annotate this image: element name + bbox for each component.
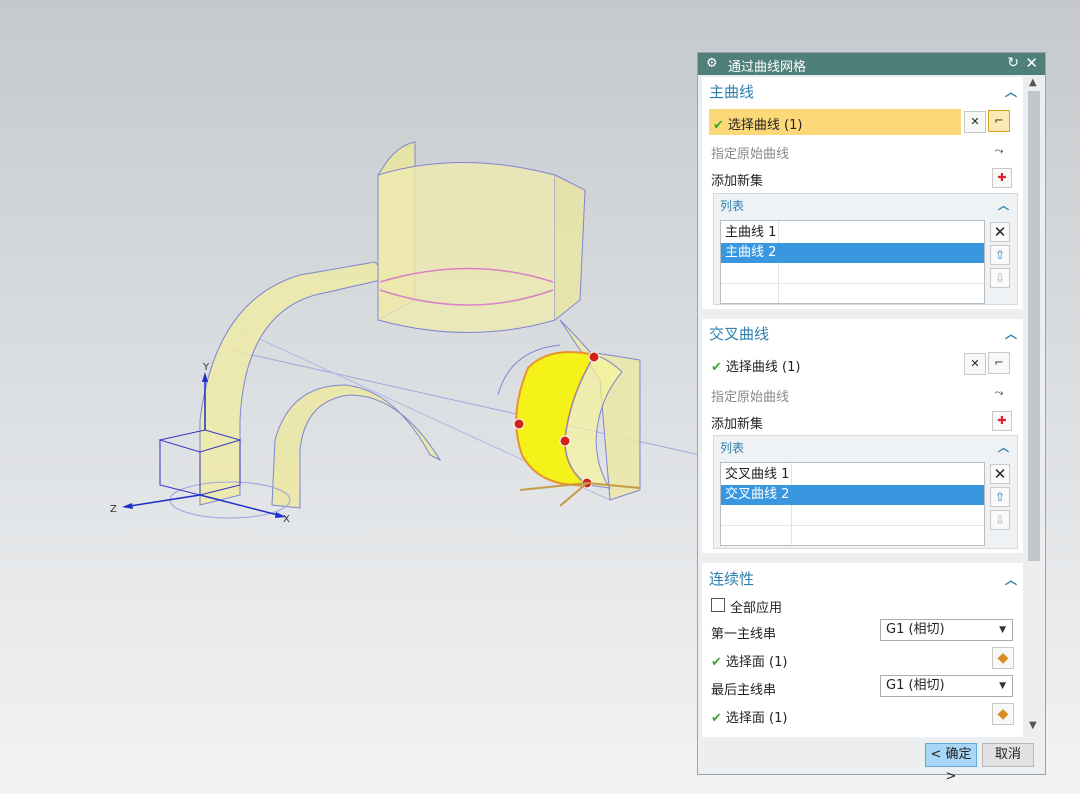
dialog-content: 主曲线 ︿ ✔ 选择曲线 (1) ✕ ⌐ 指定原始曲线 ⤳ 添加新集 ✚ 列表 ︿… bbox=[698, 75, 1045, 737]
primary-select-curve-label: 选择曲线 (1) bbox=[727, 118, 803, 133]
check-icon: ✔ bbox=[711, 655, 722, 670]
primary-curves-title: 主曲线 bbox=[709, 83, 755, 101]
list-item-selected[interactable]: 主曲线 2 bbox=[721, 243, 984, 263]
collapse-list-icon[interactable]: ︿ bbox=[998, 439, 1009, 455]
select-face-1-row[interactable]: ✔ 选择面 (1) bbox=[711, 651, 787, 670]
primary-add-set-label: 添加新集 bbox=[711, 174, 764, 189]
cross-curves-title: 交叉曲线 bbox=[709, 325, 770, 343]
list-item[interactable]: 主曲线 1 bbox=[721, 223, 984, 243]
cross-list-group: 列表 ︿ 交叉曲线 1 交叉曲线 2 ✕ ⇧ ⇩ bbox=[713, 435, 1018, 549]
ok-button[interactable]: < 确定 > bbox=[925, 743, 977, 784]
move-down-icon[interactable]: ⇩ bbox=[990, 510, 1010, 530]
cross-list-title: 列表 bbox=[720, 441, 745, 455]
check-icon: ✔ bbox=[711, 711, 722, 726]
y-axis-label: Y bbox=[202, 362, 210, 373]
continuity-section: 连续性 ︿ 全部应用 第一主线串 G1 (相切) ▼ ✔ 选择面 (1) ◆ 最后主… bbox=[702, 563, 1023, 737]
cross-curves-section: 交叉曲线 ︿ ✔ 选择曲线 (1) ✕ ⌐ 指定原始曲线 ⤳ 添加新集 ✚ 列表 … bbox=[702, 319, 1023, 553]
cross-select-curve-label: 选择曲线 (1) bbox=[725, 360, 801, 375]
dialog-title: 通过曲线网格 bbox=[728, 60, 807, 75]
cross-select-curve-row[interactable]: ✔ 选择曲线 (1) bbox=[711, 356, 800, 375]
specify-origin-curve-icon[interactable]: ⤳ bbox=[988, 383, 1010, 405]
continuity-title: 连续性 bbox=[709, 570, 755, 588]
list-item[interactable]: 交叉曲线 1 bbox=[721, 465, 984, 485]
collapse-primary-icon[interactable]: ︿ bbox=[1005, 83, 1017, 100]
first-string-select[interactable]: G1 (相切) ▼ bbox=[880, 619, 1013, 641]
through-curve-mesh-dialog: ⚙ 通过曲线网格 ↻ ✕ 主曲线 ︿ ✔ 选择曲线 (1) ✕ ⌐ 指定原始曲线 … bbox=[697, 52, 1046, 784]
apply-all-label: 全部应用 bbox=[730, 601, 783, 616]
collapse-cross-icon[interactable]: ︿ bbox=[1005, 325, 1017, 342]
add-new-set-icon[interactable]: ✚ bbox=[992, 168, 1012, 188]
dialog-button-bar: < 确定 > 取消 bbox=[698, 737, 1045, 784]
primary-list-title: 列表 bbox=[720, 199, 745, 213]
move-up-icon[interactable]: ⇧ bbox=[990, 245, 1010, 265]
primary-curves-section: 主曲线 ︿ ✔ 选择曲线 (1) ✕ ⌐ 指定原始曲线 ⤳ 添加新集 ✚ 列表 ︿… bbox=[702, 77, 1023, 309]
select-curve-icon[interactable]: ⌐ bbox=[988, 110, 1010, 132]
scroll-up-icon[interactable]: ▲ bbox=[1029, 77, 1037, 88]
cross-add-set-label: 添加新集 bbox=[711, 417, 764, 432]
list-item-selected[interactable]: 交叉曲线 2 bbox=[721, 485, 984, 505]
primary-curve-list: 主曲线 1 主曲线 2 bbox=[720, 220, 985, 304]
cancel-button[interactable]: 取消 bbox=[982, 743, 1034, 767]
specify-origin-curve-icon[interactable]: ⤳ bbox=[988, 141, 1010, 163]
chevron-down-icon: ▼ bbox=[999, 625, 1006, 635]
curve-rule-icon[interactable]: ✕ bbox=[964, 353, 986, 375]
cylinder-side-flap[interactable] bbox=[554, 174, 586, 321]
check-icon: ✔ bbox=[713, 118, 724, 133]
move-up-icon[interactable]: ⇧ bbox=[990, 487, 1010, 507]
add-new-set-icon[interactable]: ✚ bbox=[992, 411, 1012, 431]
close-icon[interactable]: ✕ bbox=[1025, 54, 1038, 72]
upper-cylinder-surface[interactable] bbox=[377, 162, 556, 333]
apply-all-checkbox[interactable] bbox=[711, 598, 725, 612]
reset-icon[interactable]: ↻ bbox=[1007, 55, 1019, 71]
remove-icon[interactable]: ✕ bbox=[990, 222, 1010, 242]
move-down-icon[interactable]: ⇩ bbox=[990, 268, 1010, 288]
select-face-2-label: 选择面 (1) bbox=[725, 711, 788, 726]
curve-rule-icon[interactable]: ✕ bbox=[964, 111, 986, 133]
last-string-select[interactable]: G1 (相切) ▼ bbox=[880, 675, 1013, 697]
face-cube-icon[interactable]: ◆ bbox=[992, 647, 1014, 669]
gear-icon: ⚙ bbox=[706, 56, 718, 71]
cross-specify-origin-label: 指定原始曲线 bbox=[711, 390, 790, 405]
remove-icon[interactable]: ✕ bbox=[990, 464, 1010, 484]
primary-list-group: 列表 ︿ 主曲线 1 主曲线 2 ✕ ⇧ ⇩ bbox=[713, 193, 1018, 305]
last-string-value: G1 (相切) bbox=[886, 678, 945, 693]
select-face-1-label: 选择面 (1) bbox=[725, 655, 788, 670]
select-face-2-row[interactable]: ✔ 选择面 (1) bbox=[711, 707, 787, 726]
face-cube-icon[interactable]: ◆ bbox=[992, 703, 1014, 725]
primary-select-curve-row[interactable]: ✔ 选择曲线 (1) bbox=[709, 109, 961, 135]
x-axis-label: X bbox=[283, 514, 290, 525]
cross-curve-list: 交叉曲线 1 交叉曲线 2 bbox=[720, 462, 985, 546]
first-string-value: G1 (相切) bbox=[886, 622, 945, 637]
dialog-titlebar[interactable]: ⚙ 通过曲线网格 ↻ ✕ bbox=[698, 53, 1045, 75]
collapse-list-icon[interactable]: ︿ bbox=[998, 197, 1009, 213]
inner-arch-surface[interactable] bbox=[271, 384, 442, 509]
last-string-label: 最后主线串 bbox=[711, 683, 777, 698]
first-string-label: 第一主线串 bbox=[711, 627, 777, 642]
scroll-down-icon[interactable]: ▼ bbox=[1029, 720, 1037, 731]
scrollbar-thumb[interactable] bbox=[1028, 91, 1040, 561]
primary-specify-origin-label: 指定原始曲线 bbox=[711, 147, 790, 162]
check-icon: ✔ bbox=[711, 360, 722, 375]
chevron-down-icon: ▼ bbox=[999, 681, 1006, 691]
z-axis-label: Z bbox=[110, 504, 117, 515]
collapse-continuity-icon[interactable]: ︿ bbox=[1005, 571, 1017, 588]
vertical-scrollbar[interactable]: ▲ ▼ bbox=[1025, 75, 1043, 737]
select-curve-icon[interactable]: ⌐ bbox=[988, 352, 1010, 374]
